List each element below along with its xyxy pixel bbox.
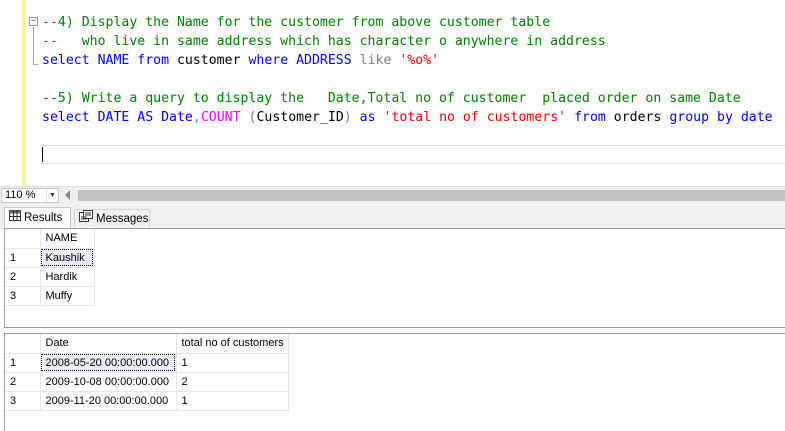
table-cell[interactable]: Hardik	[39, 266, 95, 287]
table-row: 3 2009-11-20 00:00:00.000 1	[5, 390, 289, 411]
code-token: 'total no of customers'	[383, 110, 567, 125]
code-token: DATE	[89, 110, 138, 125]
column-header-date[interactable]: Date	[39, 334, 177, 354]
code-token: like	[359, 53, 392, 68]
row-number-header[interactable]	[5, 334, 41, 354]
table-cell[interactable]: 1	[175, 352, 289, 373]
editor-status-bar: 110 % ▼	[0, 186, 785, 203]
code-token: Customer_ID	[256, 110, 344, 125]
code-token: -- who live in same address which has ch…	[42, 34, 606, 49]
table-cell[interactable]: 2008-05-20 00:00:00.000	[39, 352, 177, 373]
zoom-value: 110 %	[5, 189, 36, 201]
code-line: select DATE AS Date,COUNT (Customer_ID) …	[42, 108, 773, 127]
table-cell[interactable]: Kaushik	[39, 247, 95, 268]
change-tracking-bar	[22, 0, 26, 186]
header-row: NAME	[5, 229, 95, 249]
code-token: from	[566, 110, 606, 125]
code-token: AS	[137, 110, 154, 125]
results-grid-1: NAME 1 Kaushik 2 Hardik 3 Muffy	[4, 228, 785, 328]
column-header-total[interactable]: total no of customers	[175, 334, 289, 354]
code-line: --5) Write a query to display the Date,T…	[42, 89, 773, 108]
code-token: NAME	[89, 53, 138, 68]
table-cell[interactable]: 1	[175, 390, 289, 411]
code-token: )	[343, 110, 352, 125]
table-row: 1 Kaushik	[5, 247, 95, 268]
sql-editor[interactable]: − --4) Display the Name for the customer…	[0, 0, 785, 186]
table-cell[interactable]: 2009-10-08 00:00:00.000	[39, 371, 177, 392]
current-line-highlight	[40, 145, 785, 164]
code-line: -- who live in same address which has ch…	[42, 32, 773, 51]
code-token: Date	[153, 110, 193, 125]
code-token: as	[351, 110, 384, 125]
outline-guide-end	[33, 64, 38, 65]
grid-icon	[9, 208, 21, 228]
results-table-1: NAME 1 Kaushik 2 Hardik 3 Muffy	[5, 229, 95, 306]
code-line: --4) Display the Name for the customer f…	[42, 13, 773, 32]
code-token: select	[42, 53, 90, 68]
results-grid-2: Date total no of customers 1 2008-05-20 …	[4, 333, 785, 431]
row-number[interactable]: 3	[5, 285, 41, 306]
table-cell[interactable]: 2009-11-20 00:00:00.000	[39, 390, 177, 411]
code-token: date	[732, 110, 773, 125]
dropdown-arrow-icon[interactable]: ▼	[46, 189, 58, 202]
row-number[interactable]: 1	[5, 247, 41, 268]
code-lines[interactable]: --4) Display the Name for the customer f…	[42, 13, 773, 127]
table-row: 2 Hardik	[5, 266, 95, 287]
collapse-region-icon[interactable]: −	[29, 17, 38, 26]
result-tabs: Results Messages	[0, 203, 785, 229]
code-token: customer	[169, 53, 249, 68]
horizontal-scrollbar-thumb[interactable]	[78, 190, 785, 201]
tab-messages[interactable]: Messages	[74, 209, 150, 229]
column-header-name[interactable]: NAME	[39, 229, 95, 249]
outline-guide	[33, 27, 34, 65]
code-token: from	[137, 53, 170, 68]
scroll-left-icon[interactable]	[65, 190, 70, 200]
table-cell[interactable]: 2	[175, 371, 289, 392]
code-line: select NAME from customer where ADDRESS …	[42, 51, 773, 70]
table-row: 2 2009-10-08 00:00:00.000 2	[5, 371, 289, 392]
tab-messages-label: Messages	[96, 213, 149, 225]
row-number[interactable]: 1	[5, 352, 41, 373]
code-token: by	[717, 110, 733, 125]
zoom-dropdown[interactable]: 110 % ▼	[1, 188, 59, 203]
code-token: where	[248, 53, 289, 68]
messages-icon	[79, 210, 93, 228]
code-token: orders	[605, 110, 670, 125]
header-row: Date total no of customers	[5, 334, 289, 354]
code-token: --4) Display the Name for the customer f…	[42, 15, 551, 30]
table-row: 3 Muffy	[5, 285, 95, 306]
tab-results[interactable]: Results	[4, 207, 71, 229]
row-number[interactable]: 3	[5, 390, 41, 411]
code-token: ,	[192, 110, 201, 125]
code-token: '%o%'	[399, 53, 440, 68]
code-token: select	[42, 110, 90, 125]
results-table-2: Date total no of customers 1 2008-05-20 …	[5, 334, 289, 411]
code-token: group	[669, 110, 710, 125]
table-row: 1 2008-05-20 00:00:00.000 1	[5, 352, 289, 373]
tab-results-label: Results	[24, 212, 63, 224]
table-cell[interactable]: Muffy	[39, 285, 95, 306]
row-number[interactable]: 2	[5, 371, 41, 392]
editor-gutter	[0, 0, 21, 186]
row-number-header[interactable]	[5, 229, 41, 249]
row-number[interactable]: 2	[5, 266, 41, 287]
code-token: COUNT	[200, 110, 241, 125]
code-token: --5) Write a query to display the Date,T…	[42, 91, 741, 106]
code-token: ADDRESS	[288, 53, 360, 68]
text-caret	[42, 147, 43, 162]
